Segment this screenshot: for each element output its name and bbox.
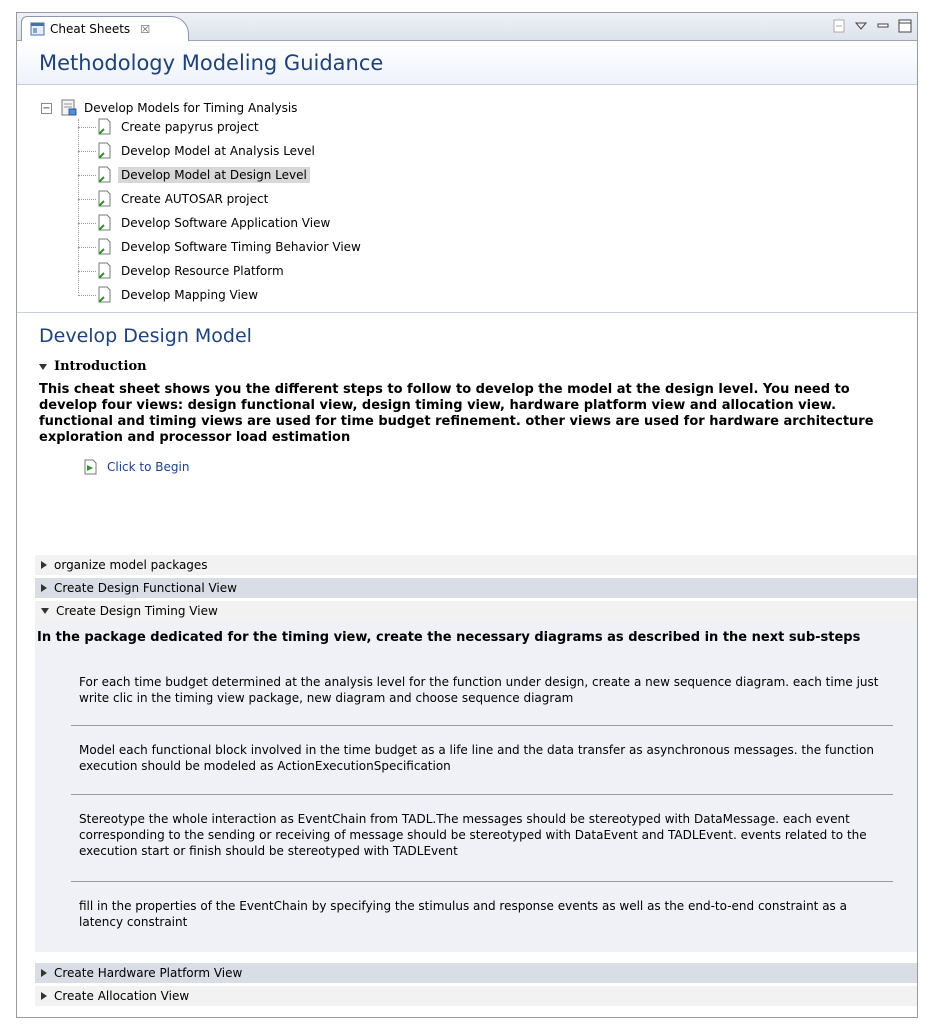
title-bar: Methodology Modeling Guidance — [17, 41, 917, 85]
tab-cheat-sheets[interactable]: Cheat Sheets ☒ — [21, 16, 189, 41]
task-icon — [98, 214, 111, 231]
tab-bar: Cheat Sheets ☒ — [17, 13, 917, 41]
tree-item-develop-mapping-view[interactable]: Develop Mapping View — [78, 285, 261, 305]
tree-item-develop-software-timing-behavior-view[interactable]: Develop Software Timing Behavior View — [78, 237, 364, 257]
collapsed-triangle-icon — [41, 584, 47, 592]
maximize-icon[interactable] — [897, 18, 913, 34]
tree-root-label: Develop Models for Timing Analysis — [84, 101, 298, 115]
cheat-sheets-view: Cheat Sheets ☒ Methodology Modeling Guid… — [16, 12, 918, 1018]
tree-item-develop-resource-platform[interactable]: Develop Resource Platform — [78, 261, 287, 281]
collapsed-triangle-icon — [41, 561, 47, 569]
page-title: Methodology Modeling Guidance — [39, 50, 384, 75]
step-create-design-functional-view[interactable]: Create Design Functional View — [35, 578, 917, 598]
task-icon — [98, 286, 111, 303]
start-icon — [84, 459, 97, 475]
tree-root[interactable]: − Develop Models for Timing Analysis — [41, 99, 297, 117]
collapse-toggle-icon[interactable]: − — [41, 102, 52, 114]
section-title: Develop Design Model — [39, 325, 252, 347]
collapse-all-icon[interactable] — [831, 18, 847, 34]
introduction-heading[interactable]: Introduction — [39, 359, 917, 374]
task-icon — [98, 190, 111, 207]
tree-item-develop-software-application-view[interactable]: Develop Software Application View — [78, 213, 333, 233]
minimize-icon[interactable] — [875, 18, 891, 34]
tree-item-develop-model-analysis-level[interactable]: Develop Model at Analysis Level — [78, 141, 318, 161]
view-menu-icon[interactable] — [853, 18, 869, 34]
step-tree: − Develop Models for Timing Analysis Cre… — [17, 85, 917, 313]
task-icon — [98, 238, 111, 255]
tree-item-create-papyrus-project[interactable]: Create papyrus project — [78, 117, 262, 137]
collapsed-triangle-icon — [41, 992, 47, 1000]
tree-item-create-autosar-project[interactable]: Create AUTOSAR project — [78, 189, 271, 209]
cheat-sheet-root-icon — [61, 99, 77, 116]
cheat-sheet-icon — [30, 22, 45, 36]
tab-label: Cheat Sheets — [50, 22, 131, 36]
step-create-hardware-platform-view[interactable]: Create Hardware Platform View — [35, 963, 917, 983]
task-icon — [98, 118, 111, 135]
detail-pane: Develop Design Model Introduction This c… — [17, 325, 917, 1017]
tree-item-develop-model-design-level[interactable]: Develop Model at Design Level — [78, 165, 310, 185]
view-toolbar — [831, 18, 913, 34]
expanded-triangle-icon — [41, 608, 49, 614]
expanded-triangle-icon — [39, 363, 47, 370]
collapsed-triangle-icon — [41, 969, 47, 977]
introduction-text: This cheat sheet shows you the different… — [39, 382, 874, 445]
close-icon[interactable]: ☒ — [140, 23, 150, 36]
step-create-design-timing-view[interactable]: Create Design Timing View — [35, 601, 917, 621]
task-icon — [98, 262, 111, 279]
step-organize-model-packages[interactable]: organize model packages — [35, 555, 917, 575]
step-create-allocation-view[interactable]: Create Allocation View — [35, 986, 917, 1006]
click-to-begin-link[interactable]: Click to Begin — [83, 456, 917, 478]
task-icon — [98, 142, 111, 159]
task-icon — [98, 166, 111, 183]
